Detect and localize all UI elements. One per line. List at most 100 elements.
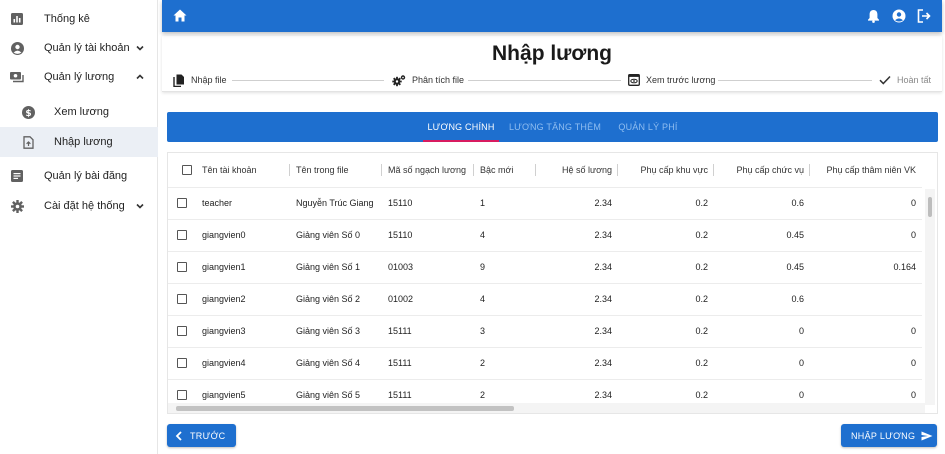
table-cell: 0.45: [714, 251, 810, 284]
sidebar-item-quan-ly-bai-dang[interactable]: Quản lý bài đăng: [0, 161, 158, 191]
vertical-scrollbar[interactable]: [925, 189, 935, 405]
row-checkbox[interactable]: [177, 390, 187, 401]
bell-icon[interactable]: [867, 9, 881, 23]
table-cell: 01003: [382, 251, 474, 284]
table-cell: 2.34: [536, 283, 618, 316]
sidebar-item-label: Thống kê: [44, 13, 90, 25]
file-upload-icon: [21, 135, 35, 149]
table-header-row: Tên tài khoản Tên trong file Mã số ngạch…: [168, 153, 922, 188]
home-icon[interactable]: [173, 9, 187, 23]
column-header[interactable]: Bậc mới: [474, 153, 536, 188]
step-nhap-file: Nhập file: [173, 73, 227, 87]
account-circle-icon: [10, 41, 24, 55]
table-cell: [810, 283, 922, 316]
prev-button[interactable]: TRƯỚC: [167, 424, 236, 447]
table-row[interactable]: giangvien1 Giảng viên Số 1 01003 9 2.34 0.2 0.…: [168, 251, 922, 284]
row-checkbox[interactable]: [177, 198, 187, 209]
dollar-circle-icon: $: [21, 105, 35, 119]
table-cell: 0.2: [618, 187, 714, 220]
table-cell: 3: [474, 315, 536, 348]
column-header[interactable]: Phụ cấp chức vụ: [714, 153, 810, 188]
table-cell: Giảng viên Số 0: [290, 219, 382, 252]
scrollbar-thumb[interactable]: [176, 406, 514, 411]
scrollbar-thumb[interactable]: [928, 197, 932, 217]
step-connector: [718, 80, 872, 81]
table-cell: 2.34: [536, 315, 618, 348]
step-hoan-tat: Hoàn tất: [879, 73, 931, 87]
sidebar-item-quan-ly-tai-khoan[interactable]: Quản lý tài khoản: [0, 33, 158, 63]
table-cell: Giảng viên Số 1: [290, 251, 382, 284]
sidebar-item-label: Cài đặt hệ thống: [44, 200, 125, 212]
chevron-up-icon: [134, 71, 146, 83]
sidebar-item-xem-luong[interactable]: $ Xem lương: [0, 97, 158, 127]
select-all-checkbox[interactable]: [181, 165, 192, 176]
sidebar-item-cai-dat-he-thong[interactable]: Cài đặt hệ thống: [0, 191, 158, 221]
table-cell: 4: [474, 283, 536, 316]
sidebar-item-nhap-luong[interactable]: Nhập lương: [0, 127, 158, 157]
preview-icon: [628, 74, 640, 86]
table-cell: 15111: [382, 315, 474, 348]
table-cell: 0: [810, 347, 922, 380]
column-header[interactable]: Tên trong file: [290, 153, 382, 188]
column-header[interactable]: Phụ cấp thâm niên VK: [810, 153, 922, 188]
column-header[interactable]: Hệ số lương: [536, 153, 618, 188]
table-row[interactable]: giangvien4 Giảng viên Số 4 15111 2 2.34 0.2 0 0: [168, 347, 922, 380]
page-title: Nhập lương: [492, 42, 612, 65]
sidebar-item-label: Nhập lương: [54, 136, 113, 148]
table-row[interactable]: giangvien2 Giảng viên Số 2 01002 4 2.34 0.2 0.…: [168, 283, 922, 316]
logout-icon[interactable]: [917, 9, 931, 23]
sidebar-item-label: Quản lý lương: [44, 71, 115, 83]
table-cell: 0.6: [714, 283, 810, 316]
table-cell: Giảng viên Số 3: [290, 315, 382, 348]
sidebar-item-thong-ke[interactable]: Thống kê: [0, 4, 158, 34]
row-checkbox[interactable]: [177, 294, 187, 305]
row-checkbox[interactable]: [177, 326, 187, 337]
account-icon[interactable]: [892, 9, 906, 23]
step-connector: [468, 80, 621, 81]
step-xem-truoc-luong: Xem trước lương: [628, 73, 715, 87]
tab-luong-tang-them[interactable]: LƯƠNG TĂNG THÊM: [507, 112, 603, 142]
table-cell: 2.34: [536, 347, 618, 380]
table-cell: 15110: [382, 187, 474, 220]
table-cell: 0: [714, 347, 810, 380]
table-cell: teacher: [196, 187, 290, 220]
row-checkbox[interactable]: [177, 358, 187, 369]
column-header[interactable]: Tên tài khoản: [196, 153, 290, 188]
gears-icon: [392, 74, 406, 86]
table-row[interactable]: giangvien3 Giảng viên Số 3 15111 3 2.34 0.2 0 0: [168, 315, 922, 348]
table-cell: giangvien4: [196, 347, 290, 380]
horizontal-scrollbar[interactable]: [168, 403, 925, 413]
sidebar-item-quan-ly-luong[interactable]: Quản lý lương: [0, 62, 158, 92]
import-salary-button-label: NHẬP LƯƠNG: [851, 430, 916, 441]
table-cell: Giảng viên Số 2: [290, 283, 382, 316]
row-checkbox[interactable]: [177, 230, 187, 241]
prev-button-label: TRƯỚC: [190, 430, 226, 441]
column-header[interactable]: Phụ cấp khu vực: [618, 153, 714, 188]
row-checkbox[interactable]: [177, 262, 187, 273]
table-cell: 2.34: [536, 251, 618, 284]
salary-table: Tên tài khoản Tên trong file Mã số ngạch…: [167, 152, 938, 414]
sidebar: Thống kê Quản lý tài khoản Quản lý lương…: [0, 0, 158, 454]
table-cell: giangvien0: [196, 219, 290, 252]
payments-icon: [10, 70, 24, 84]
tab-indicator: [423, 140, 499, 142]
column-header[interactable]: Mã số ngạch lương: [382, 153, 474, 188]
step-connector: [232, 80, 384, 81]
table-row[interactable]: giangvien0 Giảng viên Số 0 15110 4 2.34 0.2 0.…: [168, 219, 922, 252]
send-icon: [921, 431, 933, 440]
table-row[interactable]: teacher Nguyễn Trúc Giang 15110 1 2.34 0.2 0.6…: [168, 187, 922, 220]
table-cell: 0.6: [714, 187, 810, 220]
tab-luong-chinh[interactable]: LƯƠNG CHÍNH: [423, 112, 499, 142]
table-cell: Nguyễn Trúc Giang: [290, 187, 382, 220]
import-salary-button[interactable]: NHẬP LƯƠNG: [841, 424, 937, 447]
chevron-left-icon: [175, 430, 182, 441]
tab-quan-ly-phi[interactable]: QUẢN LÝ PHÍ: [615, 112, 681, 142]
sidebar-item-label: Quản lý bài đăng: [44, 170, 128, 182]
table-cell: 15110: [382, 219, 474, 252]
table-cell: 0.164: [810, 251, 922, 284]
table-cell: 0: [714, 315, 810, 348]
table-cell: 0.2: [618, 315, 714, 348]
sidebar-item-label: Quản lý tài khoản: [44, 42, 130, 54]
table-cell: 0: [810, 315, 922, 348]
svg-text:$: $: [25, 108, 31, 118]
